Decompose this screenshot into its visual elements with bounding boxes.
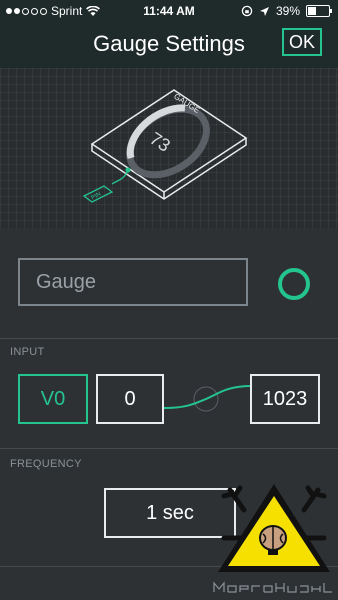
battery-icon bbox=[306, 5, 332, 17]
range-connector-icon bbox=[164, 385, 252, 412]
input-section-label: INPUT bbox=[10, 346, 45, 358]
divider bbox=[0, 448, 338, 449]
watermark-logo bbox=[210, 484, 338, 594]
pin-selector-button[interactable]: V0 bbox=[18, 374, 88, 424]
location-arrow-icon bbox=[259, 6, 269, 16]
gauge-preview-value: 73 bbox=[146, 128, 174, 156]
navigation-bar: Gauge Settings OK bbox=[0, 22, 338, 69]
widget-name-input[interactable]: Gauge bbox=[18, 258, 248, 306]
battery-percent: 39% bbox=[275, 4, 300, 18]
rotation-lock-icon bbox=[241, 5, 253, 17]
ok-button[interactable]: OK bbox=[282, 28, 322, 56]
widget-preview: 73 GAUGE PIN bbox=[0, 68, 338, 228]
gauge-widget-illustration: 73 GAUGE PIN bbox=[82, 89, 248, 203]
divider bbox=[0, 338, 338, 339]
status-bar: Sprint 11:44 AM 39% bbox=[0, 0, 338, 22]
frequency-section-label: FREQUENCY bbox=[10, 458, 82, 470]
color-picker-button[interactable] bbox=[278, 268, 310, 300]
min-value-input[interactable]: 0 bbox=[96, 374, 164, 424]
status-right: 39% bbox=[241, 4, 332, 18]
max-value-input[interactable]: 1023 bbox=[250, 374, 320, 424]
